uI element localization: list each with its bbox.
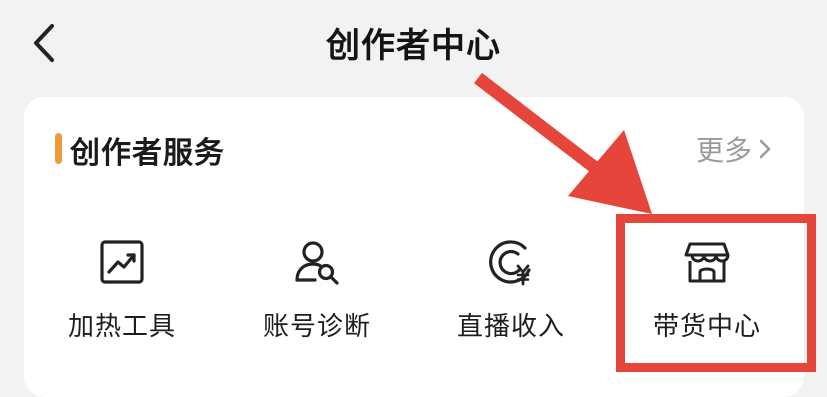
- section-accent-bar: [55, 133, 62, 164]
- tool-live-income[interactable]: 直播收入: [416, 228, 606, 348]
- page-title: 创作者中心: [326, 26, 501, 66]
- tool-account-diagnosis[interactable]: 账号诊断: [222, 228, 412, 348]
- tool-sales-center[interactable]: 带货中心: [612, 228, 802, 348]
- tool-label: 直播收入: [456, 312, 565, 342]
- tool-label: 账号诊断: [262, 312, 371, 342]
- tool-label: 加热工具: [67, 312, 176, 342]
- section-title: 创作者服务: [70, 136, 225, 171]
- trend-chart-icon: [100, 240, 144, 284]
- user-search-icon: [295, 241, 339, 285]
- tool-label: 带货中心: [652, 312, 761, 342]
- tool-heat-boost[interactable]: 加热工具: [27, 228, 217, 348]
- top-navigation-bar: 创作者中心: [0, 0, 827, 90]
- more-link[interactable]: 更多: [696, 131, 772, 167]
- live-income-icon: [489, 240, 531, 286]
- storefront-icon: [684, 242, 730, 283]
- more-link-label: 更多: [695, 134, 752, 167]
- chevron-right-icon: [759, 139, 771, 159]
